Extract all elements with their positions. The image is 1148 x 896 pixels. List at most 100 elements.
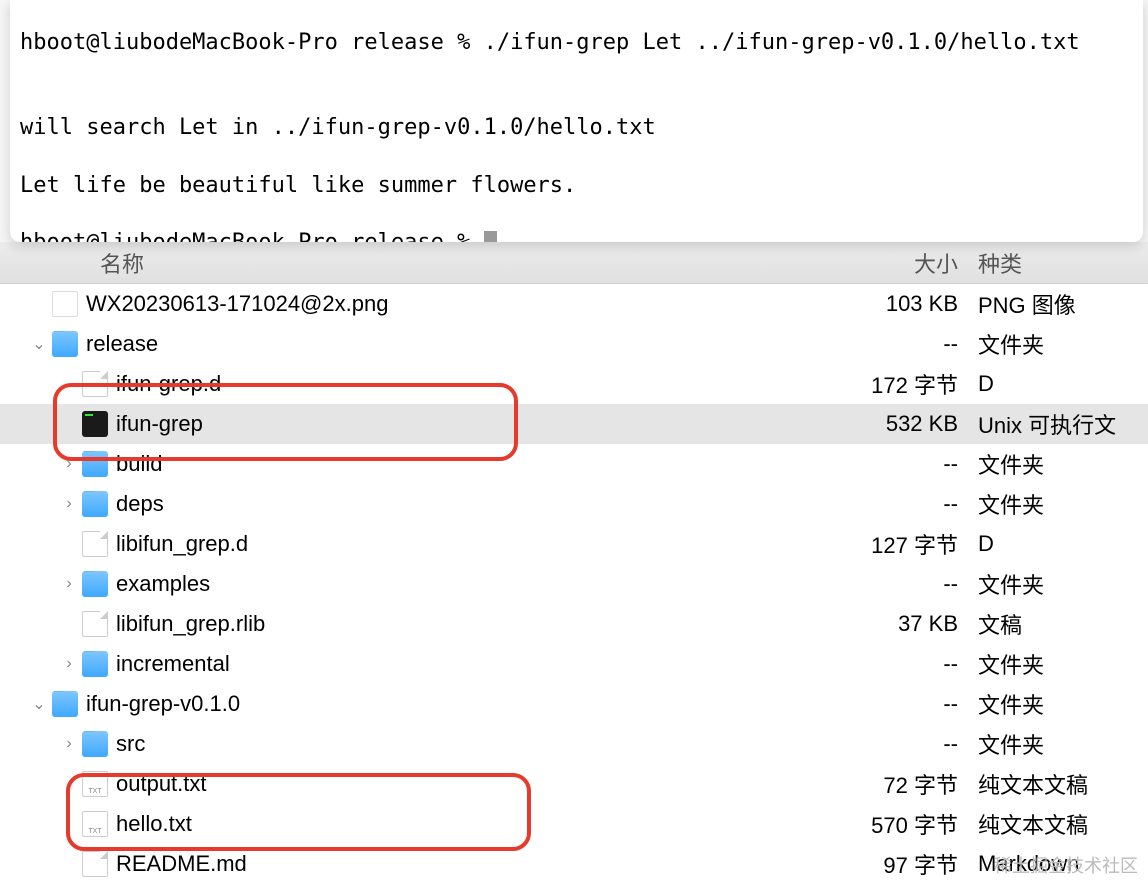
file-name-label: build (116, 451, 162, 477)
file-size-label: -- (788, 731, 978, 757)
chevron-right-icon[interactable]: › (60, 455, 78, 473)
txt-icon: TXT (82, 771, 108, 797)
file-size-label: -- (788, 651, 978, 677)
file-size-label: -- (788, 571, 978, 597)
file-name-cell: TXT output.txt (0, 771, 788, 797)
file-row[interactable]: libifun_grep.d127 字节D (0, 524, 1148, 564)
folder-icon (82, 451, 108, 477)
file-row[interactable]: ⌄ release --文件夹 (0, 324, 1148, 364)
file-name-label: src (116, 731, 145, 757)
file-name-label: WX20230613-171024@2x.png (86, 291, 388, 317)
folder-icon (82, 491, 108, 517)
folder-icon (52, 331, 78, 357)
file-icon (82, 371, 108, 397)
file-name-cell: › examples (0, 571, 788, 597)
file-name-label: hello.txt (116, 811, 192, 837)
file-name-label: ifun-grep.d (116, 371, 221, 397)
file-row[interactable]: WX20230613-171024@2x.png 103 KBPNG 图像 (0, 284, 1148, 324)
txt-icon: TXT (82, 811, 108, 837)
file-name-cell: README.md (0, 851, 788, 877)
file-kind-label: 文件夹 (978, 568, 1148, 600)
file-kind-label: 文件夹 (978, 688, 1148, 720)
file-name-label: examples (116, 571, 210, 597)
file-name-label: ifun-grep-v0.1.0 (86, 691, 240, 717)
file-kind-label: 文件夹 (978, 728, 1148, 760)
chevron-right-icon[interactable]: › (60, 575, 78, 593)
file-size-label: 37 KB (788, 611, 978, 637)
cursor-icon (484, 231, 497, 242)
exec-icon (82, 411, 108, 437)
file-icon (82, 531, 108, 557)
img-icon (52, 291, 78, 317)
file-name-cell: libifun_grep.d (0, 531, 788, 557)
file-name-label: deps (116, 491, 164, 517)
file-kind-label: D (978, 371, 1148, 397)
file-row[interactable]: › build --文件夹 (0, 444, 1148, 484)
finder-column-header: 名称 大小 种类 (0, 242, 1148, 284)
file-name-cell: ⌄ release (0, 331, 788, 357)
file-size-label: 570 字节 (788, 808, 978, 840)
file-icon (82, 611, 108, 637)
file-name-cell: › incremental (0, 651, 788, 677)
file-list: WX20230613-171024@2x.png 103 KBPNG 图像 ⌄ rel… (0, 284, 1148, 884)
column-header-name[interactable]: 名称 (100, 247, 788, 279)
file-row[interactable]: ⌄ ifun-grep-v0.1.0 --文件夹 (0, 684, 1148, 724)
file-row[interactable]: libifun_grep.rlib37 KB文稿 (0, 604, 1148, 644)
file-kind-label: 纯文本文稿 (978, 808, 1148, 840)
file-row[interactable]: › deps --文件夹 (0, 484, 1148, 524)
column-header-size[interactable]: 大小 (788, 247, 978, 279)
file-kind-label: Unix 可执行文 (978, 408, 1148, 440)
file-size-label: 103 KB (788, 291, 978, 317)
file-row[interactable]: ›incremental--文件夹 (0, 644, 1148, 684)
chevron-down-icon[interactable]: ⌄ (30, 694, 48, 714)
file-name-label: ifun-grep (116, 411, 203, 437)
file-name-cell: ifun-grep (0, 411, 788, 437)
file-row[interactable]: ifun-grep 532 KBUnix 可执行文 (0, 404, 1148, 444)
file-size-label: 532 KB (788, 411, 978, 437)
column-header-kind[interactable]: 种类 (978, 247, 1148, 279)
folder-icon (82, 731, 108, 757)
finder-window: 名称 大小 种类 WX20230613-171024@2x.png 103 KBP… (0, 242, 1148, 896)
chevron-right-icon[interactable]: › (60, 495, 78, 513)
file-kind-label: 文件夹 (978, 328, 1148, 360)
folder-icon (82, 571, 108, 597)
file-size-label: -- (788, 491, 978, 517)
file-name-label: incremental (116, 651, 230, 677)
chevron-down-icon[interactable]: ⌄ (30, 334, 48, 354)
terminal-line: hboot@liubodeMacBook-Pro release % ./ifu… (20, 29, 1133, 58)
file-name-cell: › src (0, 731, 788, 757)
file-icon (82, 851, 108, 877)
file-size-label: -- (788, 451, 978, 477)
terminal-line: Let life be beautiful like summer flower… (20, 172, 1133, 201)
file-size-label: -- (788, 691, 978, 717)
file-row[interactable]: › examples --文件夹 (0, 564, 1148, 604)
file-name-label: release (86, 331, 158, 357)
file-row[interactable]: ifun-grep.d 172 字节D (0, 364, 1148, 404)
file-row[interactable]: README.md97 字节Markdown (0, 844, 1148, 884)
chevron-right-icon[interactable]: › (60, 655, 78, 673)
terminal-line: will search Let in ../ifun-grep-v0.1.0/h… (20, 114, 1133, 143)
terminal-window[interactable]: hboot@liubodeMacBook-Pro release % ./ifu… (10, 0, 1143, 242)
file-size-label: -- (788, 331, 978, 357)
file-name-label: output.txt (116, 771, 207, 797)
file-size-label: 97 字节 (788, 848, 978, 880)
file-kind-label: D (978, 531, 1148, 557)
file-kind-label: 文件夹 (978, 488, 1148, 520)
folder-icon (52, 691, 78, 717)
watermark: 稀土掘金技术社区 (994, 852, 1138, 878)
file-name-label: README.md (116, 851, 247, 877)
file-name-cell: ifun-grep.d (0, 371, 788, 397)
file-name-cell: › deps (0, 491, 788, 517)
chevron-right-icon[interactable]: › (60, 735, 78, 753)
file-row[interactable]: › src --文件夹 (0, 724, 1148, 764)
file-kind-label: 纯文本文稿 (978, 768, 1148, 800)
file-name-cell: ⌄ ifun-grep-v0.1.0 (0, 691, 788, 717)
file-row[interactable]: TXToutput.txt72 字节纯文本文稿 (0, 764, 1148, 804)
file-size-label: 172 字节 (788, 368, 978, 400)
file-kind-label: 文件夹 (978, 448, 1148, 480)
file-name-cell: › build (0, 451, 788, 477)
file-kind-label: PNG 图像 (978, 288, 1148, 320)
file-name-cell: libifun_grep.rlib (0, 611, 788, 637)
file-row[interactable]: TXT hello.txt 570 字节纯文本文稿 (0, 804, 1148, 844)
file-kind-label: 文稿 (978, 608, 1148, 640)
